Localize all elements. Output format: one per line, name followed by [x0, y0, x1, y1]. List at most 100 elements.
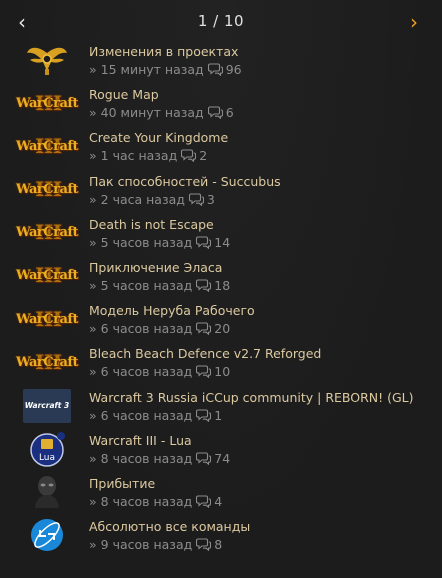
- meta-prefix: »: [89, 493, 97, 509]
- warcraft-logo: III WarCraft: [16, 220, 78, 245]
- comment-count: 14: [214, 234, 231, 250]
- meta-prefix: »: [89, 321, 97, 337]
- item-time: 2 часа назад: [100, 191, 185, 207]
- comment-count: 6: [225, 105, 234, 121]
- list-item[interactable]: III WarCraft Bleach Beach Defence v2.7 Ref…: [0, 342, 442, 385]
- comment-count: 8: [214, 537, 223, 553]
- item-title[interactable]: Warcraft III - Lua: [89, 433, 192, 448]
- item-time: 8 часов назад: [100, 450, 193, 466]
- item-meta: » 6 часов назад 20: [89, 321, 230, 336]
- list-item[interactable]: Warcraft 3 Warcraft 3 Russia iCCup commun…: [0, 386, 442, 429]
- comments-icon: [181, 149, 197, 163]
- item-thumbnail[interactable]: Lua: [20, 431, 74, 467]
- item-meta: » 2 часа назад 3: [89, 192, 215, 207]
- warcraft-logo: III WarCraft: [16, 263, 78, 288]
- comments-icon: [196, 495, 212, 508]
- list-item[interactable]: Изменения в проектах » 15 минут назад 96: [0, 40, 442, 83]
- item-title[interactable]: Create Your Kingdome: [89, 130, 228, 145]
- item-time: 6 часов назад: [100, 321, 193, 337]
- item-title[interactable]: Death is not Escape: [89, 217, 214, 232]
- item-thumbnail[interactable]: [20, 517, 74, 553]
- page-indicator: 1 / 10: [197, 12, 245, 30]
- warcraft-logo: III WarCraft: [16, 177, 78, 202]
- chevron-right-icon[interactable]: ›: [404, 10, 424, 34]
- item-time: 15 минут назад: [100, 62, 204, 77]
- meta-prefix: »: [89, 105, 97, 121]
- list-item[interactable]: Абсолютно все команды » 9 часов назад 8: [0, 515, 442, 558]
- meta-prefix: »: [89, 277, 97, 293]
- list-item[interactable]: III WarCraft Приключение Эласа » 5 часов на…: [0, 256, 442, 299]
- svg-text:Lua: Lua: [39, 453, 55, 463]
- warcraft-logo: III WarCraft: [16, 90, 78, 115]
- item-thumbnail[interactable]: III WarCraft: [16, 85, 78, 121]
- item-time: 9 часов назад: [100, 537, 193, 553]
- winged-emblem-icon: [27, 47, 67, 75]
- item-time: 1 час назад: [100, 148, 178, 164]
- item-thumbnail[interactable]: III WarCraft: [16, 258, 78, 294]
- item-thumbnail[interactable]: Warcraft 3: [20, 388, 74, 424]
- comments-icon: [196, 408, 212, 422]
- item-meta: » 6 часов назад 10: [89, 364, 230, 379]
- warcraft3-badge: Warcraft 3: [23, 388, 71, 423]
- item-meta: » 5 часов назад 14: [89, 235, 230, 250]
- item-meta: » 40 минут назад 6: [89, 105, 234, 120]
- list-item[interactable]: III WarCraft Death is not Escape » 5 часов …: [0, 213, 442, 256]
- list-item[interactable]: III WarCraft Модель Неруба Рабочего » 6 час…: [0, 299, 442, 342]
- item-thumbnail[interactable]: III WarCraft: [16, 215, 78, 251]
- comments-icon: [207, 106, 223, 120]
- item-title[interactable]: Модель Неруба Рабочего: [89, 303, 255, 318]
- topic-list: Изменения в проектах » 15 минут назад 96 II…: [0, 40, 442, 558]
- item-title[interactable]: Изменения в проектах: [89, 44, 238, 59]
- list-item[interactable]: III WarCraft Пак способностей - Succubus » …: [0, 170, 442, 213]
- meta-prefix: »: [89, 407, 97, 423]
- meta-prefix: »: [89, 537, 97, 553]
- item-title[interactable]: Приключение Эласа: [89, 260, 222, 275]
- item-meta: » 15 минут назад 96: [89, 62, 242, 77]
- item-meta: » 6 часов назад 1: [89, 408, 222, 423]
- pagination-bar: ‹ 1 / 10 ›: [0, 0, 442, 42]
- item-thumbnail[interactable]: III WarCraft: [16, 344, 78, 380]
- meta-prefix: »: [89, 450, 97, 466]
- meta-prefix: »: [89, 191, 97, 207]
- comment-count: 1: [214, 407, 223, 423]
- comment-count: 20: [214, 321, 231, 337]
- meta-prefix: »: [89, 234, 97, 250]
- item-thumbnail[interactable]: III WarCraft: [16, 172, 78, 208]
- warcraft-logo: III WarCraft: [16, 349, 78, 374]
- item-title[interactable]: Пак способностей - Succubus: [89, 174, 281, 189]
- dark-figure-icon: [35, 475, 59, 508]
- warcraft-logo: III WarCraft: [16, 306, 78, 331]
- meta-prefix: »: [89, 364, 97, 380]
- item-time: 6 часов назад: [100, 364, 193, 380]
- item-title[interactable]: Абсолютно все команды: [89, 519, 250, 534]
- item-thumbnail[interactable]: III WarCraft: [16, 128, 78, 164]
- item-meta: » 9 часов назад 8: [89, 537, 222, 552]
- comments-icon: [196, 279, 212, 292]
- item-title[interactable]: Warcraft 3 Russia iCCup community | REBO…: [89, 390, 414, 405]
- comments-icon: [188, 193, 204, 206]
- item-time: 8 часов назад: [100, 493, 193, 509]
- item-title[interactable]: Прибытие: [89, 476, 155, 491]
- warcraft-logo: III WarCraft: [16, 133, 78, 158]
- meta-prefix: »: [89, 148, 97, 164]
- item-meta: » 5 часов назад 18: [89, 278, 230, 293]
- item-thumbnail[interactable]: [20, 42, 74, 78]
- list-item[interactable]: III WarCraft Rogue Map » 40 минут назад 6: [0, 83, 442, 126]
- item-meta: » 8 часов назад 74: [89, 451, 230, 466]
- item-title[interactable]: Bleach Beach Defence v2.7 Reforged: [89, 346, 321, 361]
- item-time: 5 часов назад: [100, 234, 193, 250]
- item-title[interactable]: Rogue Map: [89, 87, 159, 102]
- comments-icon: [196, 452, 212, 465]
- item-thumbnail[interactable]: [20, 474, 74, 510]
- list-item[interactable]: III WarCraft Create Your Kingdome » 1 час н…: [0, 126, 442, 169]
- comment-count: 10: [214, 364, 231, 380]
- comment-count: 3: [206, 191, 215, 207]
- comment-count: 74: [214, 450, 231, 466]
- item-thumbnail[interactable]: III WarCraft: [16, 301, 78, 337]
- item-meta: » 8 часов назад 4: [89, 494, 222, 509]
- item-meta: » 1 час назад 2: [89, 148, 207, 163]
- list-item[interactable]: Прибытие » 8 часов назад 4: [0, 472, 442, 515]
- comments-icon: [196, 322, 212, 336]
- comment-count: 18: [214, 277, 231, 293]
- list-item[interactable]: Lua Warcraft III - Lua » 8 часов назад 74: [0, 429, 442, 472]
